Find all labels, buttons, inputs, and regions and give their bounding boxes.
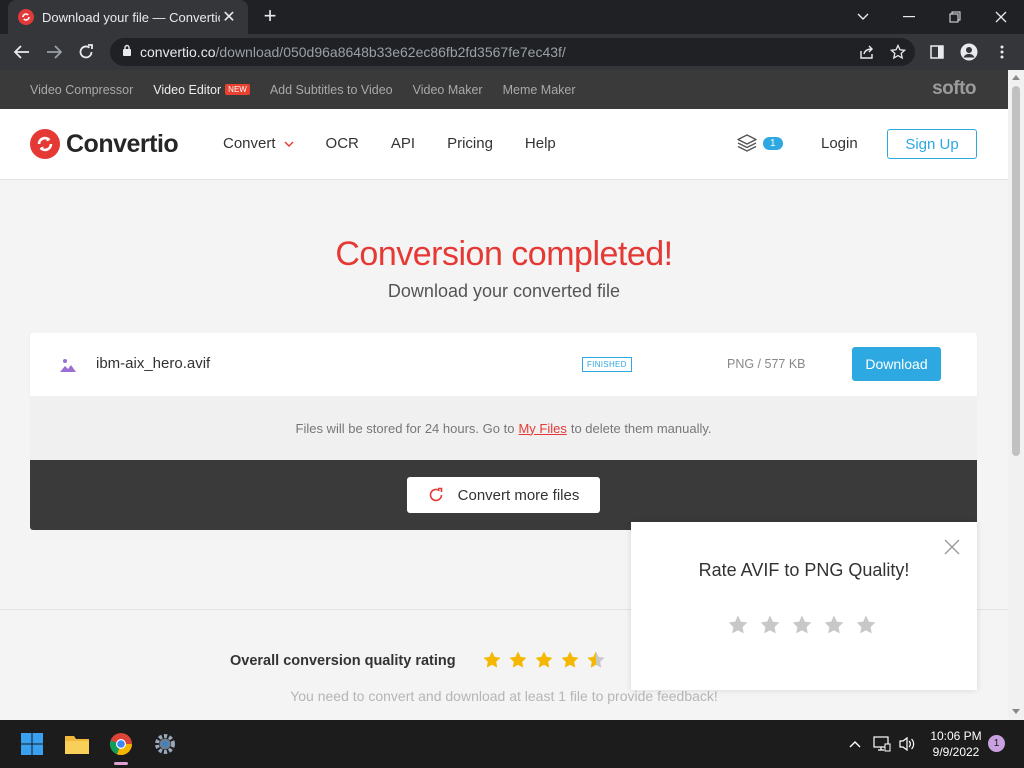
- clock-time: 10:06 PM: [930, 729, 982, 743]
- convert-more-label: Convert more files: [457, 486, 580, 504]
- share-icon[interactable]: [855, 40, 879, 64]
- conversion-title: Conversion completed!: [335, 235, 673, 273]
- rate-star-1-icon[interactable]: [727, 614, 749, 636]
- layers-count-badge: 1: [763, 136, 783, 150]
- site-header: Convertio Convert OCR API Pricing Help 1…: [0, 109, 1008, 180]
- star-icon: [508, 650, 528, 670]
- softo-logo[interactable]: softo: [932, 78, 976, 100]
- main-nav: Convert OCR API Pricing Help: [223, 135, 588, 152]
- page-viewport: Video Compressor Video Editor NEW Add Su…: [0, 70, 1008, 720]
- page-scrollbar[interactable]: [1008, 70, 1024, 720]
- my-files-link[interactable]: My Files: [518, 421, 566, 436]
- nav-convert-label: Convert: [223, 135, 276, 152]
- image-file-icon: [54, 351, 82, 379]
- back-arrow-icon[interactable]: [10, 40, 34, 64]
- profile-icon[interactable]: [957, 40, 981, 64]
- status-badge: FINISHED: [582, 357, 632, 372]
- close-icon[interactable]: [943, 538, 961, 556]
- nav-ocr[interactable]: OCR: [326, 135, 359, 152]
- topstrip-link-meme-maker[interactable]: Meme Maker: [503, 83, 576, 97]
- active-app-indicator: [114, 762, 128, 765]
- rate-star-3-icon[interactable]: [791, 614, 813, 636]
- refresh-icon: [428, 487, 444, 503]
- new-badge: NEW: [225, 84, 250, 95]
- star-icon: [534, 650, 554, 670]
- windows-start-icon[interactable]: [16, 728, 48, 760]
- rate-star-5-icon[interactable]: [855, 614, 877, 636]
- menu-kebab-icon[interactable]: [990, 40, 1014, 64]
- rate-star-4-icon[interactable]: [823, 614, 845, 636]
- url-text: convertio.co/download/050d96a8648b33e62e…: [140, 44, 566, 60]
- convertio-logo[interactable]: Convertio: [30, 129, 179, 159]
- windows-taskbar: 10:06 PM 9/9/2022 1: [0, 720, 1024, 768]
- star-icon: [560, 650, 580, 670]
- clock-date: 9/9/2022: [932, 745, 980, 759]
- taskbar-clock[interactable]: 10:06 PM 9/9/2022: [926, 728, 986, 760]
- sign-up-button[interactable]: Sign Up: [887, 129, 977, 159]
- storage-notice-text: Files will be stored for 24 hours. Go to: [295, 420, 515, 436]
- storage-notice: Files will be stored for 24 hours. Go to…: [30, 396, 977, 460]
- overall-rating-stars: [482, 650, 612, 670]
- scrollbar-thumb[interactable]: [1012, 86, 1020, 456]
- feedback-note: You need to convert and download at leas…: [290, 688, 718, 704]
- rate-quality-popup: Rate AVIF to PNG Quality!: [631, 522, 977, 690]
- video-editor-label: Video Editor: [153, 82, 222, 97]
- nav-pricing[interactable]: Pricing: [447, 135, 493, 152]
- address-bar[interactable]: convertio.co/download/050d96a8648b33e62e…: [110, 38, 915, 66]
- chevron-down-icon: [284, 141, 294, 147]
- convertio-favicon-icon: [18, 9, 34, 25]
- reload-icon[interactable]: [74, 40, 98, 64]
- conversion-subtitle: Download your converted file: [387, 281, 621, 301]
- rate-star-2-icon[interactable]: [759, 614, 781, 636]
- new-tab-icon[interactable]: +: [258, 5, 282, 29]
- forward-arrow-icon[interactable]: [42, 40, 66, 64]
- convert-more-files-button[interactable]: Convert more files: [407, 477, 600, 513]
- tray-chevron-up-icon[interactable]: [844, 734, 866, 754]
- scroll-up-icon[interactable]: [1012, 75, 1020, 80]
- tab-search-icon[interactable]: [840, 0, 886, 34]
- tab-close-icon[interactable]: ✕: [220, 7, 238, 27]
- overall-rating-label: Overall conversion quality rating: [230, 653, 456, 669]
- download-button[interactable]: Download: [852, 347, 941, 381]
- browser-title-bar: Download your file — Convertio ✕ +: [0, 0, 1024, 34]
- side-panel-icon[interactable]: [925, 40, 949, 64]
- topstrip-link-video-compressor[interactable]: Video Compressor: [30, 83, 133, 97]
- logo-text: Convertio: [66, 129, 179, 158]
- nav-convert[interactable]: Convert: [223, 135, 294, 152]
- softo-top-strip: Video Compressor Video Editor NEW Add Su…: [0, 70, 1008, 109]
- convert-more-bar: Convert more files: [30, 460, 977, 530]
- topstrip-link-video-maker[interactable]: Video Maker: [413, 83, 483, 97]
- restore-icon[interactable]: [932, 0, 978, 34]
- file-name: ibm-aix_hero.avif: [96, 355, 211, 372]
- file-format-size: PNG / 577 KB: [727, 357, 806, 371]
- topstrip-link-video-editor[interactable]: Video Editor NEW: [153, 83, 250, 97]
- tab-title: Download your file — Convertio: [42, 9, 220, 25]
- lock-icon[interactable]: [122, 43, 132, 61]
- chrome-icon[interactable]: [105, 728, 137, 760]
- topstrip-link-add-subtitles[interactable]: Add Subtitles to Video: [270, 83, 393, 97]
- file-row: ibm-aix_hero.avif FINISHED PNG / 577 KB …: [30, 333, 977, 396]
- half-star-icon: [586, 650, 606, 670]
- login-link[interactable]: Login: [821, 135, 858, 152]
- network-icon[interactable]: [871, 734, 893, 754]
- browser-toolbar: convertio.co/download/050d96a8648b33e62e…: [0, 34, 1024, 70]
- browser-tab[interactable]: Download your file — Convertio ✕: [8, 0, 248, 34]
- rate-popup-title: Rate AVIF to PNG Quality!: [698, 560, 910, 580]
- nav-api[interactable]: API: [391, 135, 415, 152]
- notification-badge[interactable]: 1: [988, 735, 1005, 752]
- rate-popup-stars: [727, 614, 887, 636]
- star-icon: [482, 650, 502, 670]
- settings-gear-icon[interactable]: [149, 728, 181, 760]
- volume-icon[interactable]: [896, 734, 918, 754]
- layers-icon: [737, 134, 757, 152]
- bookmark-star-icon[interactable]: [886, 40, 910, 64]
- nav-help[interactable]: Help: [525, 135, 556, 152]
- close-window-icon[interactable]: [978, 0, 1024, 34]
- convertio-logo-icon: [30, 129, 60, 159]
- scroll-down-icon[interactable]: [1012, 709, 1020, 714]
- storage-notice-text-end: to delete them manually.: [570, 420, 712, 436]
- my-files-layers[interactable]: 1: [737, 134, 783, 152]
- file-explorer-icon[interactable]: [61, 728, 93, 760]
- minimize-icon[interactable]: [886, 0, 932, 34]
